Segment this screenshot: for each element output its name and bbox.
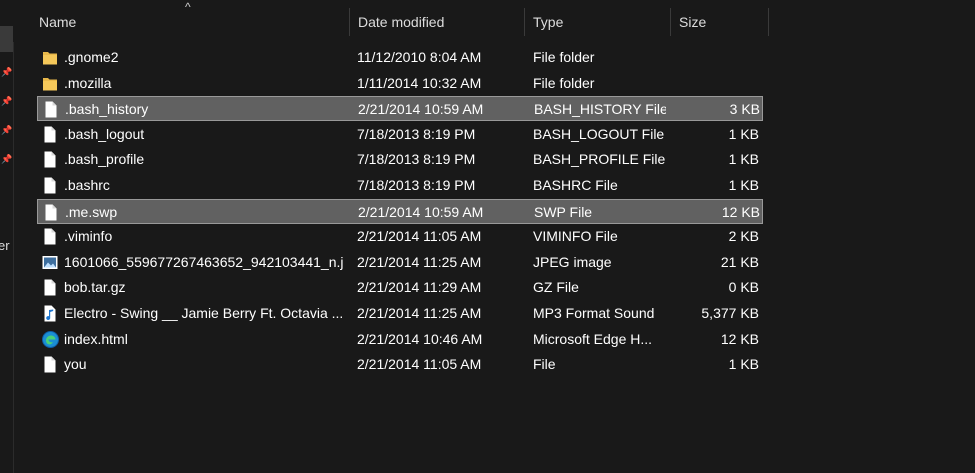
file-size xyxy=(667,45,759,70)
file-type: MP3 Format Sound xyxy=(533,305,655,321)
column-header-bar: ^ Name Date modified Type Size xyxy=(13,0,975,42)
file-type: File folder xyxy=(533,49,595,65)
file-size: 2 KB xyxy=(728,228,759,245)
file-row[interactable]: index.html 2/21/2014 10:46 AM Microsoft … xyxy=(37,327,763,352)
folder-icon xyxy=(42,49,58,66)
file-size: 1 KB xyxy=(728,356,759,373)
file-type: SWP File xyxy=(534,203,593,220)
file-name: 1601066_559677267463652_942103441_n.j... xyxy=(64,253,344,270)
file-name: .bash_history xyxy=(65,101,149,118)
image-icon xyxy=(42,254,58,271)
column-divider[interactable] xyxy=(768,8,769,36)
file-name: .bashrc xyxy=(64,177,110,193)
file-size: 12 KB xyxy=(720,330,759,347)
file-size: 0 KB xyxy=(728,279,759,296)
file-size: 1 KB xyxy=(728,151,759,168)
file-name: .viminfo xyxy=(64,228,113,245)
file-icon xyxy=(43,101,59,118)
pin-icon[interactable]: 📌 xyxy=(1,96,12,106)
file-type: File folder xyxy=(533,74,595,91)
file-icon xyxy=(42,228,58,245)
music-file-icon xyxy=(42,305,58,322)
nav-selected-item[interactable] xyxy=(0,26,13,52)
file-icon xyxy=(42,151,58,168)
file-icon xyxy=(42,356,58,373)
file-size: 21 KB xyxy=(720,253,759,270)
file-row[interactable]: .gnome2 11/12/2010 8:04 AM File folder xyxy=(37,45,763,70)
pin-icon[interactable]: 📌 xyxy=(1,67,12,77)
file-type: BASHRC File xyxy=(533,177,618,193)
file-name: .me.swp xyxy=(65,203,118,220)
navigation-pane[interactable]: 📌 📌 📌 📌 er xyxy=(0,0,14,473)
file-row[interactable]: .viminfo 2/21/2014 11:05 AM VIMINFO File… xyxy=(37,224,763,249)
file-size: 3 KB xyxy=(729,101,760,118)
file-type: BASH_PROFILE File xyxy=(533,151,665,168)
file-row[interactable]: .me.swp 2/21/2014 10:59 AM SWP File 12 K… xyxy=(37,198,763,224)
file-type: Microsoft Edge H... xyxy=(533,330,653,347)
file-icon xyxy=(42,126,58,143)
file-row[interactable]: .bash_logout 7/18/2013 8:19 PM BASH_LOGO… xyxy=(37,122,763,147)
file-date-modified: 7/18/2013 8:19 PM xyxy=(357,125,476,142)
file-type: BASH_LOGOUT File xyxy=(533,125,665,142)
file-row[interactable]: .bash_profile 7/18/2013 8:19 PM BASH_PRO… xyxy=(37,147,763,172)
file-row[interactable]: you 2/21/2014 11:05 AM File 1 KB xyxy=(37,352,763,377)
file-date-modified: 2/21/2014 10:59 AM xyxy=(358,203,484,220)
column-header-size[interactable]: Size xyxy=(671,6,767,38)
file-date-modified: 2/21/2014 11:25 AM xyxy=(357,305,482,321)
file-date-modified: 7/18/2013 8:19 PM xyxy=(357,177,476,193)
file-size: 5,377 KB xyxy=(701,305,759,321)
file-icon xyxy=(42,177,58,194)
nav-item-label[interactable]: er xyxy=(0,238,10,253)
file-date-modified: 11/12/2010 8:04 AM xyxy=(357,49,482,65)
file-date-modified: 2/21/2014 11:29 AM xyxy=(357,279,482,296)
file-row[interactable]: 1601066_559677267463652_942103441_n.j...… xyxy=(37,250,763,275)
file-size xyxy=(667,71,759,96)
file-date-modified: 2/21/2014 11:05 AM xyxy=(357,356,482,373)
file-name: Electro - Swing __ Jamie Berry Ft. Octav… xyxy=(64,305,344,321)
file-date-modified: 2/21/2014 11:25 AM xyxy=(357,253,482,270)
file-row[interactable]: .bash_history 2/21/2014 10:59 AM BASH_HI… xyxy=(37,96,763,122)
file-name: .gnome2 xyxy=(64,49,119,65)
file-icon xyxy=(43,204,59,221)
file-type: GZ File xyxy=(533,279,579,296)
file-name: .mozilla xyxy=(64,74,112,91)
file-row[interactable]: .mozilla 1/11/2014 10:32 AM File folder xyxy=(37,71,763,96)
file-date-modified: 2/21/2014 10:46 AM xyxy=(357,330,483,347)
file-date-modified: 1/11/2014 10:32 AM xyxy=(357,74,482,91)
file-type: VIMINFO File xyxy=(533,228,618,245)
file-size: 1 KB xyxy=(728,125,759,142)
file-size: 12 KB xyxy=(721,203,760,220)
pin-icon[interactable]: 📌 xyxy=(1,125,12,135)
file-icon xyxy=(42,279,58,296)
file-name: index.html xyxy=(64,330,128,347)
file-date-modified: 2/21/2014 11:05 AM xyxy=(357,228,482,245)
column-header-name[interactable]: Name xyxy=(31,6,349,38)
file-row[interactable]: .bashrc 7/18/2013 8:19 PM BASHRC File 1 … xyxy=(37,173,763,198)
file-explorer-window: 📌 📌 📌 📌 er ^ Name Date modified Type Siz… xyxy=(0,0,975,473)
file-name: .bash_logout xyxy=(64,125,145,142)
file-date-modified: 2/21/2014 10:59 AM xyxy=(358,101,484,118)
file-name: .bash_profile xyxy=(64,151,145,168)
file-type: JPEG image xyxy=(533,253,612,270)
file-name: you xyxy=(64,356,87,373)
file-row[interactable]: bob.tar.gz 2/21/2014 11:29 AM GZ File 0 … xyxy=(37,275,763,300)
file-date-modified: 7/18/2013 8:19 PM xyxy=(357,151,476,168)
pin-icon[interactable]: 📌 xyxy=(1,154,12,164)
column-header-type[interactable]: Type xyxy=(525,6,670,38)
file-row[interactable]: Electro - Swing __ Jamie Berry Ft. Octav… xyxy=(37,301,763,326)
file-name: bob.tar.gz xyxy=(64,279,126,296)
folder-icon xyxy=(42,75,58,92)
file-type: BASH_HISTORY File xyxy=(534,101,666,118)
file-type: File xyxy=(533,356,556,373)
column-header-date-modified[interactable]: Date modified xyxy=(350,6,525,38)
file-size: 1 KB xyxy=(728,177,759,193)
edge-icon xyxy=(42,330,59,348)
